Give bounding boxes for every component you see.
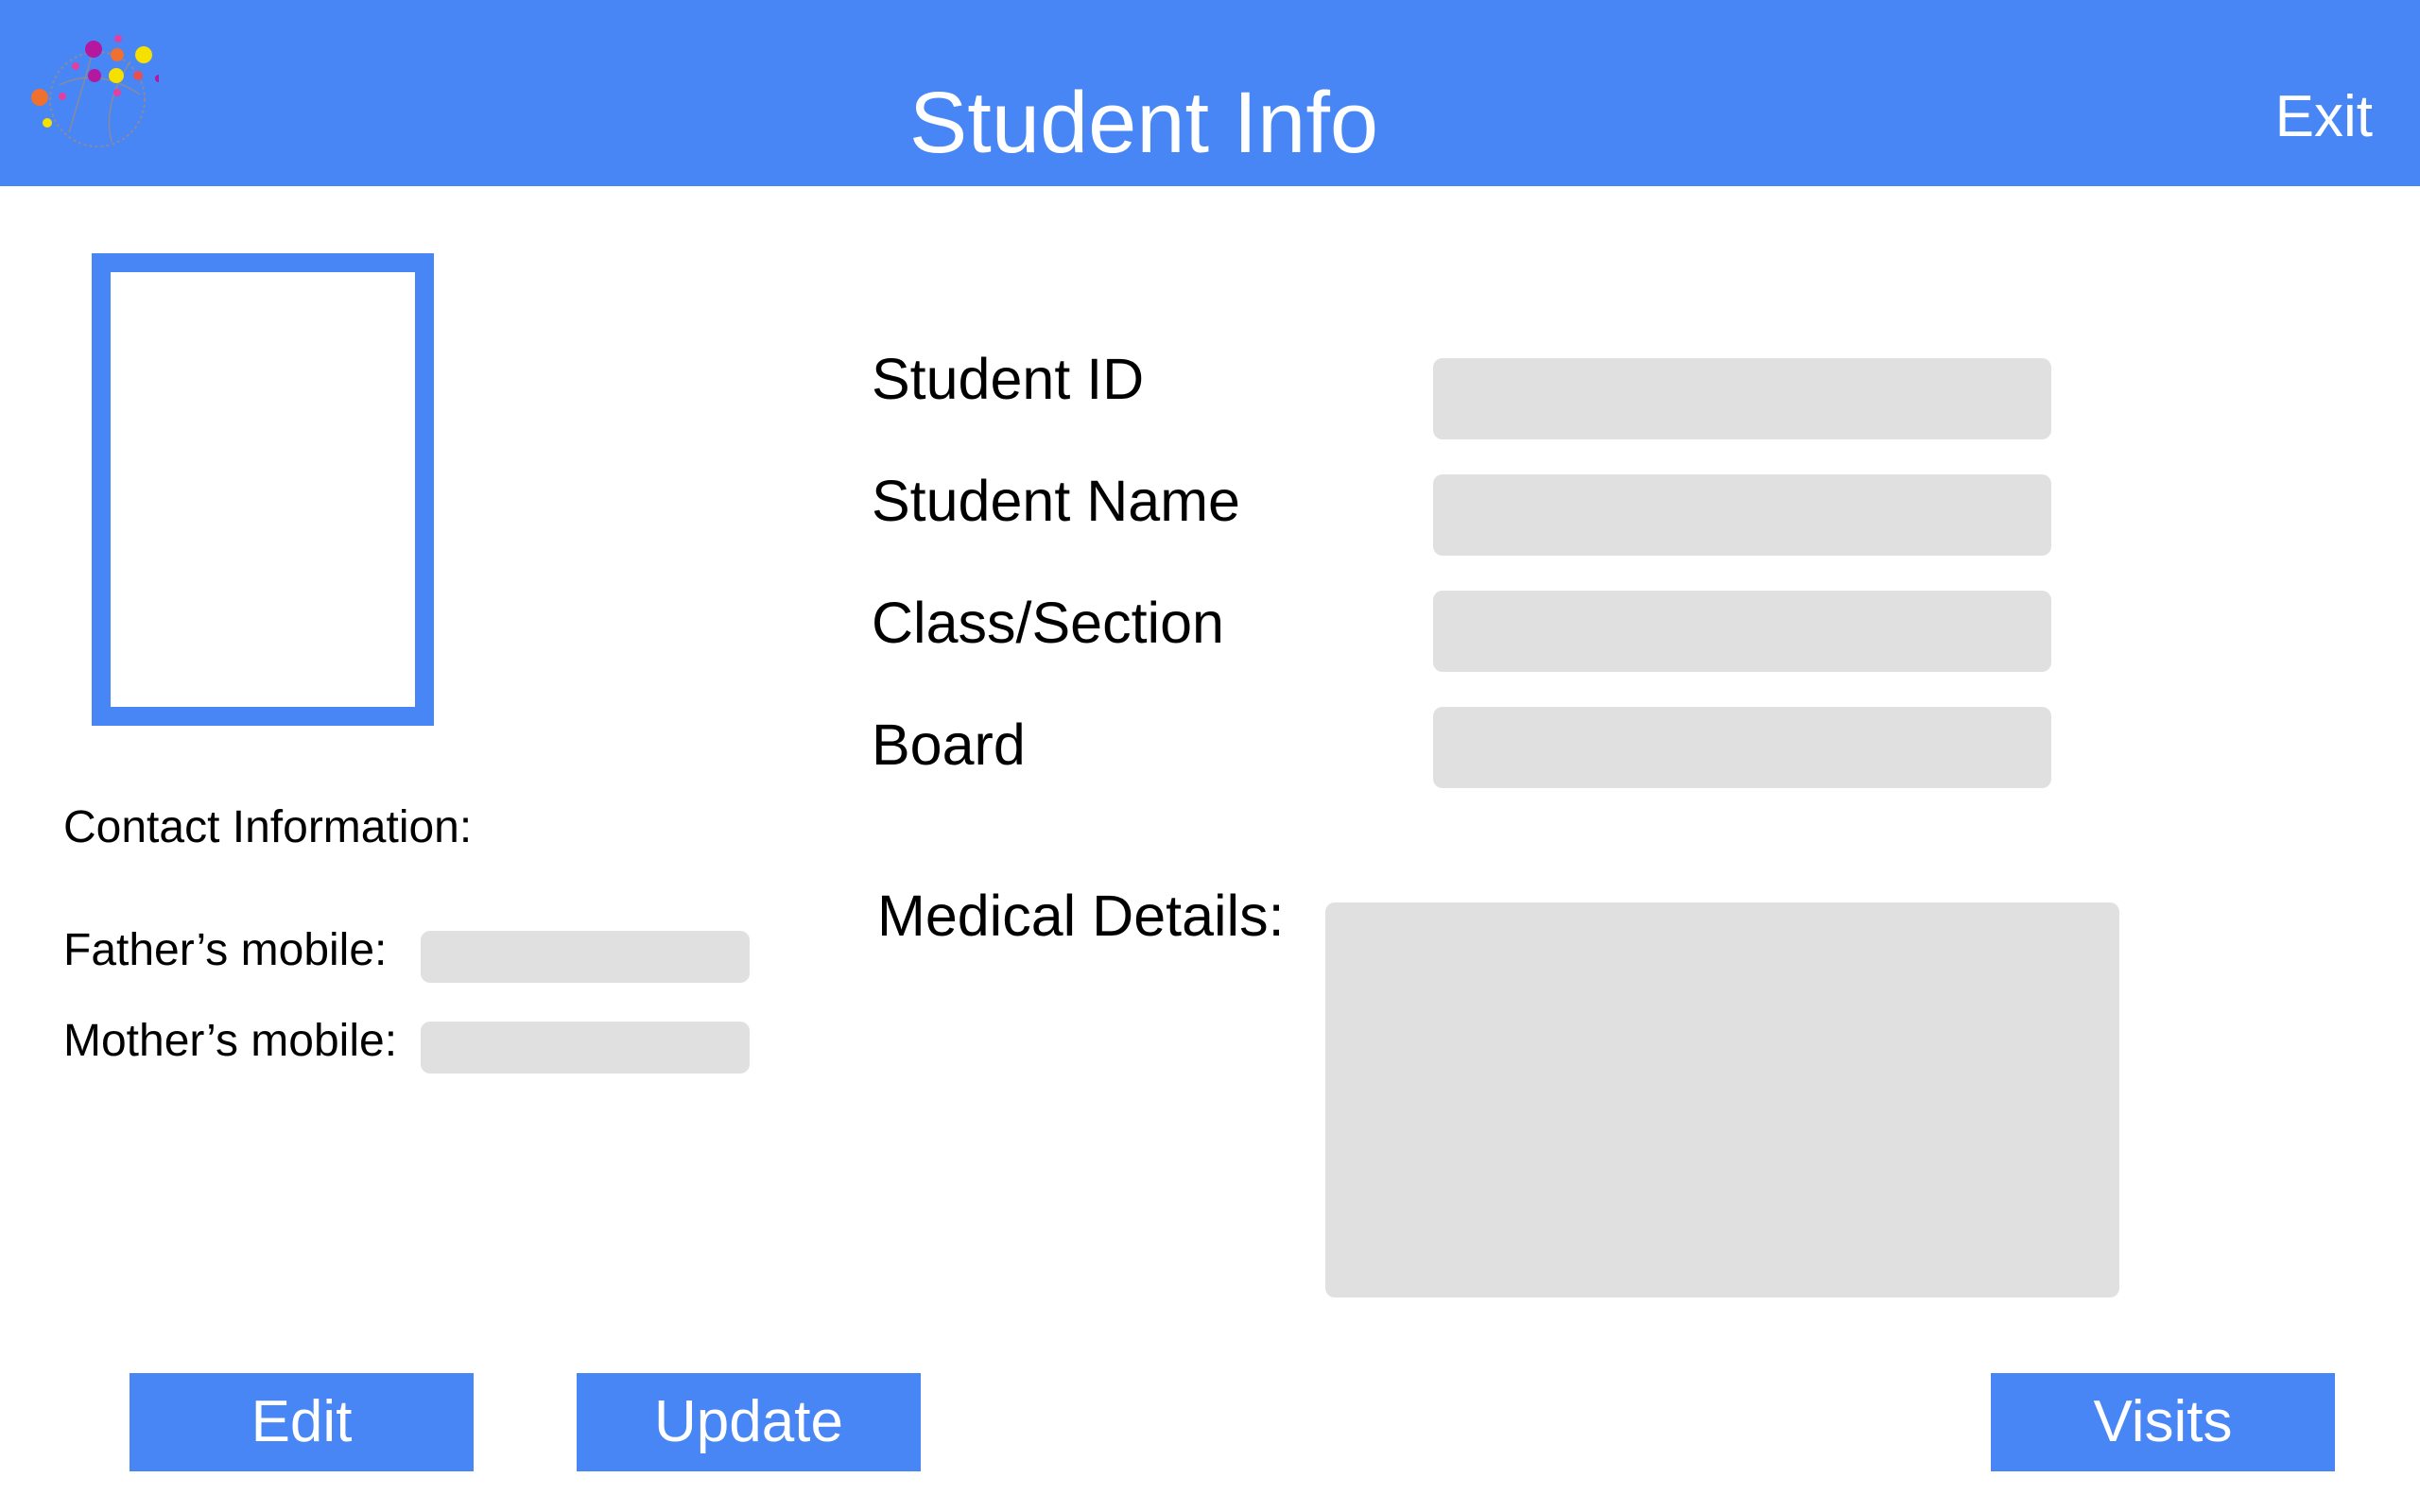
class-section-field[interactable] bbox=[1433, 591, 2051, 672]
fathers-mobile-field[interactable] bbox=[421, 931, 750, 983]
exit-button[interactable]: Exit bbox=[2275, 83, 2373, 151]
update-button[interactable]: Update bbox=[577, 1373, 921, 1471]
visits-button[interactable]: Visits bbox=[1991, 1373, 2335, 1471]
page-title: Student Info bbox=[908, 75, 1379, 171]
student-info-page: Student Info Exit Student ID Student Nam… bbox=[0, 0, 2420, 1512]
fathers-mobile-label: Father’s mobile: bbox=[63, 925, 388, 975]
header-bar: Student Info Exit bbox=[0, 0, 2420, 186]
student-name-field[interactable] bbox=[1433, 474, 2051, 556]
medical-details-field[interactable] bbox=[1325, 902, 2119, 1297]
edit-button[interactable]: Edit bbox=[130, 1373, 474, 1471]
student-id-label: Student ID bbox=[872, 347, 1145, 411]
board-field[interactable] bbox=[1433, 707, 2051, 788]
medical-details-label: Medical Details: bbox=[877, 884, 1285, 948]
mothers-mobile-label: Mother’s mobile: bbox=[63, 1016, 398, 1066]
student-name-label: Student Name bbox=[872, 469, 1240, 533]
class-section-label: Class/Section bbox=[872, 591, 1224, 655]
mothers-mobile-field[interactable] bbox=[421, 1022, 750, 1074]
student-id-field[interactable] bbox=[1433, 358, 2051, 439]
contact-info-heading: Contact Information: bbox=[63, 802, 473, 852]
board-label: Board bbox=[872, 713, 1026, 777]
photo-placeholder-icon[interactable] bbox=[92, 253, 434, 726]
